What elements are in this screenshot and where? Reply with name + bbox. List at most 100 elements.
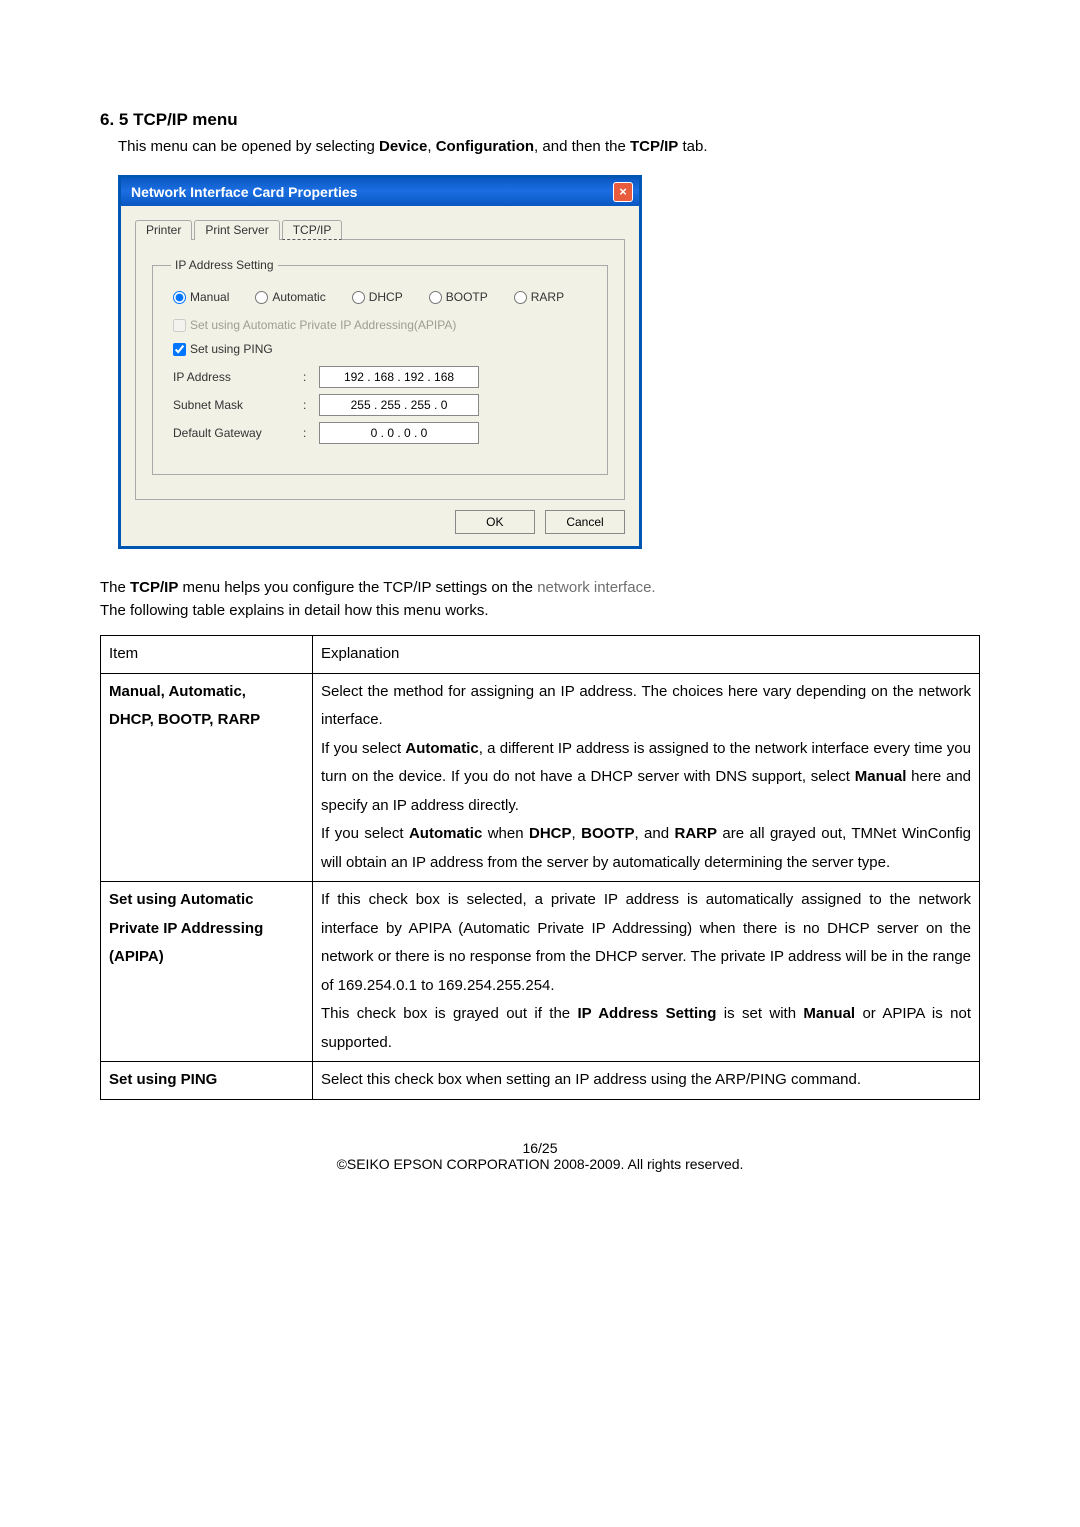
row-ip: IP Address : 192 . 168 . 192 . 168 [173,366,589,388]
text-bold: Manual [803,1005,855,1022]
checkbox-apipa-label: Set using Automatic Private IP Addressin… [190,318,456,332]
text: is set with [716,1005,803,1022]
table-header-row: Item Explanation [101,636,980,674]
radio-label: BOOTP [446,290,488,304]
tab-tcpip[interactable]: TCP/IP [282,220,343,240]
colon: : [303,426,319,440]
cell-explanation: Select the method for assigning an IP ad… [313,673,980,882]
text-bold: DHCP [529,825,572,842]
radio-rarp-input[interactable] [514,291,527,304]
ok-button[interactable]: OK [455,510,535,534]
cell-explanation: Select this check box when setting an IP… [313,1062,980,1100]
label-ip: IP Address [173,370,303,384]
checkbox-ping[interactable]: Set using PING [173,342,589,356]
text: , [572,825,582,842]
text-bold: Automatic [409,825,482,842]
item-text: Set using PING [109,1071,217,1088]
checkbox-ping-input[interactable] [173,343,186,356]
intro-text: This menu can be opened by selecting [118,138,379,155]
radio-rarp[interactable]: RARP [514,290,564,304]
row-gw: Default Gateway : 0 . 0 . 0 . 0 [173,422,589,444]
label-subnet: Subnet Mask [173,398,303,412]
cancel-button[interactable]: Cancel [545,510,625,534]
table-row: Set using Automatic Private IP Addressin… [101,882,980,1062]
item-text: Set using Automatic [109,891,253,908]
radio-manual[interactable]: Manual [173,290,229,304]
dialog-title: Network Interface Card Properties [131,179,357,205]
dialog-buttons: OK Cancel [135,510,625,534]
close-icon[interactable]: × [613,182,633,202]
text-bold: RARP [675,825,718,842]
radio-bootp[interactable]: BOOTP [429,290,488,304]
text-bold: TCP/IP [130,579,178,596]
item-text: Private IP Addressing [109,920,263,937]
label-gateway: Default Gateway [173,426,303,440]
checkbox-apipa-input [173,319,186,332]
intro-paragraph: This menu can be opened by selecting Dev… [118,138,980,155]
colon: : [303,370,319,384]
desc-2: The following table explains in detail h… [100,602,980,619]
tab-print-server[interactable]: Print Server [194,220,279,240]
radio-label: DHCP [369,290,403,304]
dialog-body: Printer Print Server TCP/IP IP Address S… [121,206,639,546]
copyright: ©SEIKO EPSON CORPORATION 2008-2009. All … [100,1156,980,1172]
ip-address-field[interactable]: 192 . 168 . 192 . 168 [319,366,479,388]
section-heading: 6. 5 TCP/IP menu [100,110,980,130]
radio-dhcp-input[interactable] [352,291,365,304]
titlebar: Network Interface Card Properties × [121,178,639,206]
checkbox-ping-label: Set using PING [190,342,273,356]
radio-label: Automatic [272,290,325,304]
item-text: (APIPA) [109,948,164,965]
tabs: Printer Print Server TCP/IP [135,220,625,240]
tab-printer[interactable]: Printer [135,220,192,240]
explain-table: Item Explanation Manual, Automatic, DHCP… [100,635,980,1100]
colon: : [303,398,319,412]
cell-item: Manual, Automatic, DHCP, BOOTP, RARP [101,673,313,882]
intro-bold-1: Device [379,138,427,155]
text: This check box is grayed out if the [321,1005,578,1022]
radio-automatic-input[interactable] [255,291,268,304]
text-bold: BOOTP [581,825,634,842]
radio-label: Manual [190,290,229,304]
subnet-mask-field[interactable]: 255 . 255 . 255 . 0 [319,394,479,416]
text: If this check box is selected, a private… [321,891,971,994]
radio-label: RARP [531,290,564,304]
text: If you select [321,740,405,757]
radio-bootp-input[interactable] [429,291,442,304]
text-grey: network interface. [537,579,655,596]
tab-pane: IP Address Setting Manual Automatic DHCP… [135,239,625,500]
text-bold: Manual [855,768,907,785]
text: Select the method for assigning an IP ad… [321,683,971,729]
intro-text: , and then the [534,138,630,155]
table-row: Manual, Automatic, DHCP, BOOTP, RARP Sel… [101,673,980,882]
gateway-field[interactable]: 0 . 0 . 0 . 0 [319,422,479,444]
footer: 16/25 ©SEIKO EPSON CORPORATION 2008-2009… [100,1140,980,1172]
cell-item: Set using Automatic Private IP Addressin… [101,882,313,1062]
text: , and [634,825,674,842]
text: menu helps you configure the TCP/IP sett… [178,579,537,596]
desc-1: The TCP/IP menu helps you configure the … [100,579,980,596]
radio-manual-input[interactable] [173,291,186,304]
item-text: DHCP, BOOTP, RARP [109,711,260,728]
checkbox-apipa: Set using Automatic Private IP Addressin… [173,318,589,332]
cell-item: Set using PING [101,1062,313,1100]
text: If you select [321,825,409,842]
cell-explanation: If this check box is selected, a private… [313,882,980,1062]
dialog-window: Network Interface Card Properties × Prin… [118,175,642,549]
page-number: 16/25 [100,1140,980,1156]
header-explanation: Explanation [313,636,980,674]
intro-text: tab. [678,138,707,155]
header-item: Item [101,636,313,674]
item-text: Manual, Automatic, [109,683,246,700]
intro-bold-3: TCP/IP [630,138,678,155]
text-bold: Automatic [405,740,478,757]
table-row: Set using PING Select this check box whe… [101,1062,980,1100]
group-legend: IP Address Setting [171,258,278,272]
ip-address-setting-group: IP Address Setting Manual Automatic DHCP… [152,258,608,475]
radio-dhcp[interactable]: DHCP [352,290,403,304]
intro-bold-2: Configuration [436,138,534,155]
row-mask: Subnet Mask : 255 . 255 . 255 . 0 [173,394,589,416]
radio-automatic[interactable]: Automatic [255,290,325,304]
text: The [100,579,130,596]
text-bold: IP Address Setting [578,1005,717,1022]
